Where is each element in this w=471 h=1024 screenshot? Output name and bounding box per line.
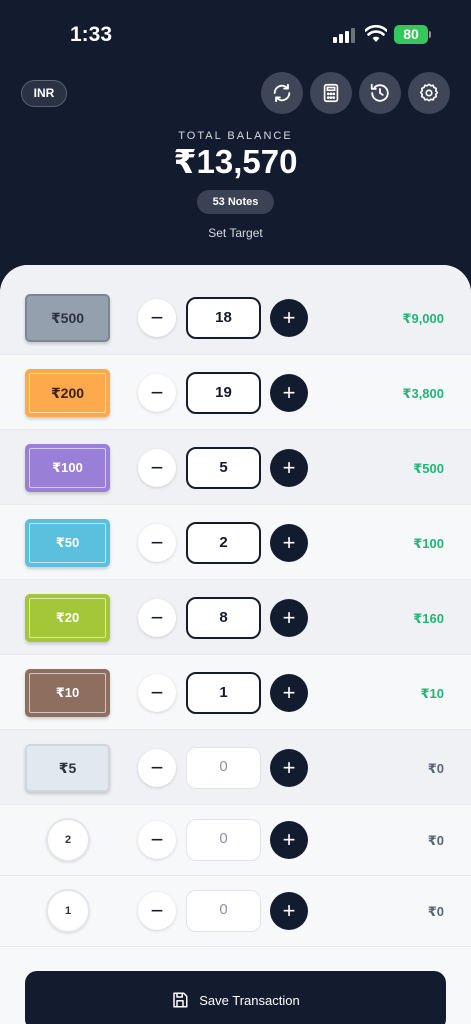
save-icon xyxy=(173,992,188,1008)
currency-selector[interactable]: INR xyxy=(21,80,67,107)
status-time: 1:33 xyxy=(70,23,113,46)
save-transaction-label: Save Transaction xyxy=(199,993,300,1008)
save-transaction-button[interactable]: Save Transaction xyxy=(25,971,446,1024)
quantity-field[interactable]: 0 xyxy=(186,890,261,932)
note-label: ₹100 xyxy=(52,460,83,475)
increment-button[interactable]: + xyxy=(270,892,308,930)
increment-button[interactable]: + xyxy=(270,821,308,859)
battery-tip xyxy=(429,31,431,38)
decrement-button[interactable]: − xyxy=(138,749,176,787)
note-200-image: ₹200 xyxy=(25,369,110,417)
denomination-row-5: ₹5 − 0 + ₹0 xyxy=(0,730,471,805)
quantity-field[interactable]: 0 xyxy=(186,819,261,861)
denomination-row-coin-1: 1 − 0 + ₹0 xyxy=(0,876,471,947)
row-amount: ₹500 xyxy=(413,461,444,476)
refresh-button[interactable] xyxy=(261,72,303,114)
increment-button[interactable]: + xyxy=(270,299,308,337)
denomination-row-coin-2: 2 − 0 + ₹0 xyxy=(0,805,471,876)
decrement-button[interactable]: − xyxy=(138,599,176,637)
total-balance-label: TOTAL BALANCE xyxy=(178,130,293,142)
refresh-icon xyxy=(273,83,291,103)
quantity-field[interactable]: 8 xyxy=(186,597,261,639)
settings-icon xyxy=(419,83,439,102)
row-amount: ₹10 xyxy=(420,686,444,701)
note-label: ₹5 xyxy=(58,759,77,776)
decrement-button[interactable]: − xyxy=(138,674,176,712)
denominations-sheet: ₹500 − 18 + ₹9,000 ₹200 − 19 + ₹3,800 ₹1… xyxy=(0,265,471,1024)
decrement-button[interactable]: − xyxy=(138,821,176,859)
decrement-button[interactable]: − xyxy=(138,524,176,562)
note-label: ₹200 xyxy=(50,384,85,401)
note-label: ₹50 xyxy=(55,535,80,550)
history-icon xyxy=(370,83,389,102)
note-5-image: ₹5 xyxy=(25,744,110,792)
set-target-link[interactable]: Set Target xyxy=(0,226,471,240)
row-amount: ₹9,000 xyxy=(402,311,444,326)
quantity-field[interactable]: 2 xyxy=(186,522,261,564)
denomination-row-50: ₹50 − 2 + ₹100 xyxy=(0,505,471,580)
quantity-field[interactable]: 18 xyxy=(186,297,261,339)
note-100-image: ₹100 xyxy=(25,444,110,492)
decrement-button[interactable]: − xyxy=(138,374,176,412)
increment-button[interactable]: + xyxy=(270,749,308,787)
note-label: ₹10 xyxy=(55,685,80,700)
quantity-field[interactable]: 5 xyxy=(186,447,261,489)
calculator-icon xyxy=(323,83,339,103)
settings-button[interactable] xyxy=(408,72,450,114)
coin-label: 1 xyxy=(64,905,72,917)
increment-button[interactable]: + xyxy=(270,374,308,412)
quantity-field[interactable]: 19 xyxy=(186,372,261,414)
denomination-row-20: ₹20 − 8 + ₹160 xyxy=(0,580,471,655)
decrement-button[interactable]: − xyxy=(138,449,176,487)
denomination-row-200: ₹200 − 19 + ₹3,800 xyxy=(0,355,471,430)
increment-button[interactable]: + xyxy=(270,449,308,487)
quantity-field[interactable]: 1 xyxy=(186,672,261,714)
denomination-row-500: ₹500 − 18 + ₹9,000 xyxy=(0,265,471,355)
app-header: 1:33 80 INR TOTAL BALANCE ₹13,570 53 Not… xyxy=(0,0,471,300)
note-label: ₹20 xyxy=(55,610,80,625)
battery-icon: 80 xyxy=(394,25,428,44)
decrement-button[interactable]: − xyxy=(138,892,176,930)
notes-count-badge: 53 Notes xyxy=(197,190,274,214)
status-bar: 1:33 80 xyxy=(0,0,471,70)
note-500-image: ₹500 xyxy=(25,294,110,342)
history-button[interactable] xyxy=(359,72,401,114)
row-amount: ₹0 xyxy=(427,904,444,919)
increment-button[interactable]: + xyxy=(270,674,308,712)
row-amount: ₹160 xyxy=(413,611,444,626)
note-label: ₹500 xyxy=(50,309,85,326)
increment-button[interactable]: + xyxy=(270,599,308,637)
row-amount: ₹3,800 xyxy=(402,386,444,401)
cellular-signal-icon xyxy=(333,27,357,43)
note-20-image: ₹20 xyxy=(25,594,110,642)
decrement-button[interactable]: − xyxy=(138,299,176,337)
note-50-image: ₹50 xyxy=(25,519,110,567)
denomination-row-10: ₹10 − 1 + ₹10 xyxy=(0,655,471,730)
coin-label: 2 xyxy=(64,834,72,846)
note-10-image: ₹10 xyxy=(25,669,110,717)
wifi-icon xyxy=(365,25,387,42)
total-balance-value: ₹13,570 xyxy=(173,143,298,180)
quantity-field[interactable]: 0 xyxy=(186,747,261,789)
row-amount: ₹0 xyxy=(427,761,444,776)
coin-1-image: 1 xyxy=(46,889,90,933)
row-amount: ₹0 xyxy=(427,833,444,848)
denomination-row-100: ₹100 − 5 + ₹500 xyxy=(0,430,471,505)
coin-2-image: 2 xyxy=(46,818,90,862)
row-amount: ₹100 xyxy=(413,536,444,551)
increment-button[interactable]: + xyxy=(270,524,308,562)
calculator-button[interactable] xyxy=(310,72,352,114)
